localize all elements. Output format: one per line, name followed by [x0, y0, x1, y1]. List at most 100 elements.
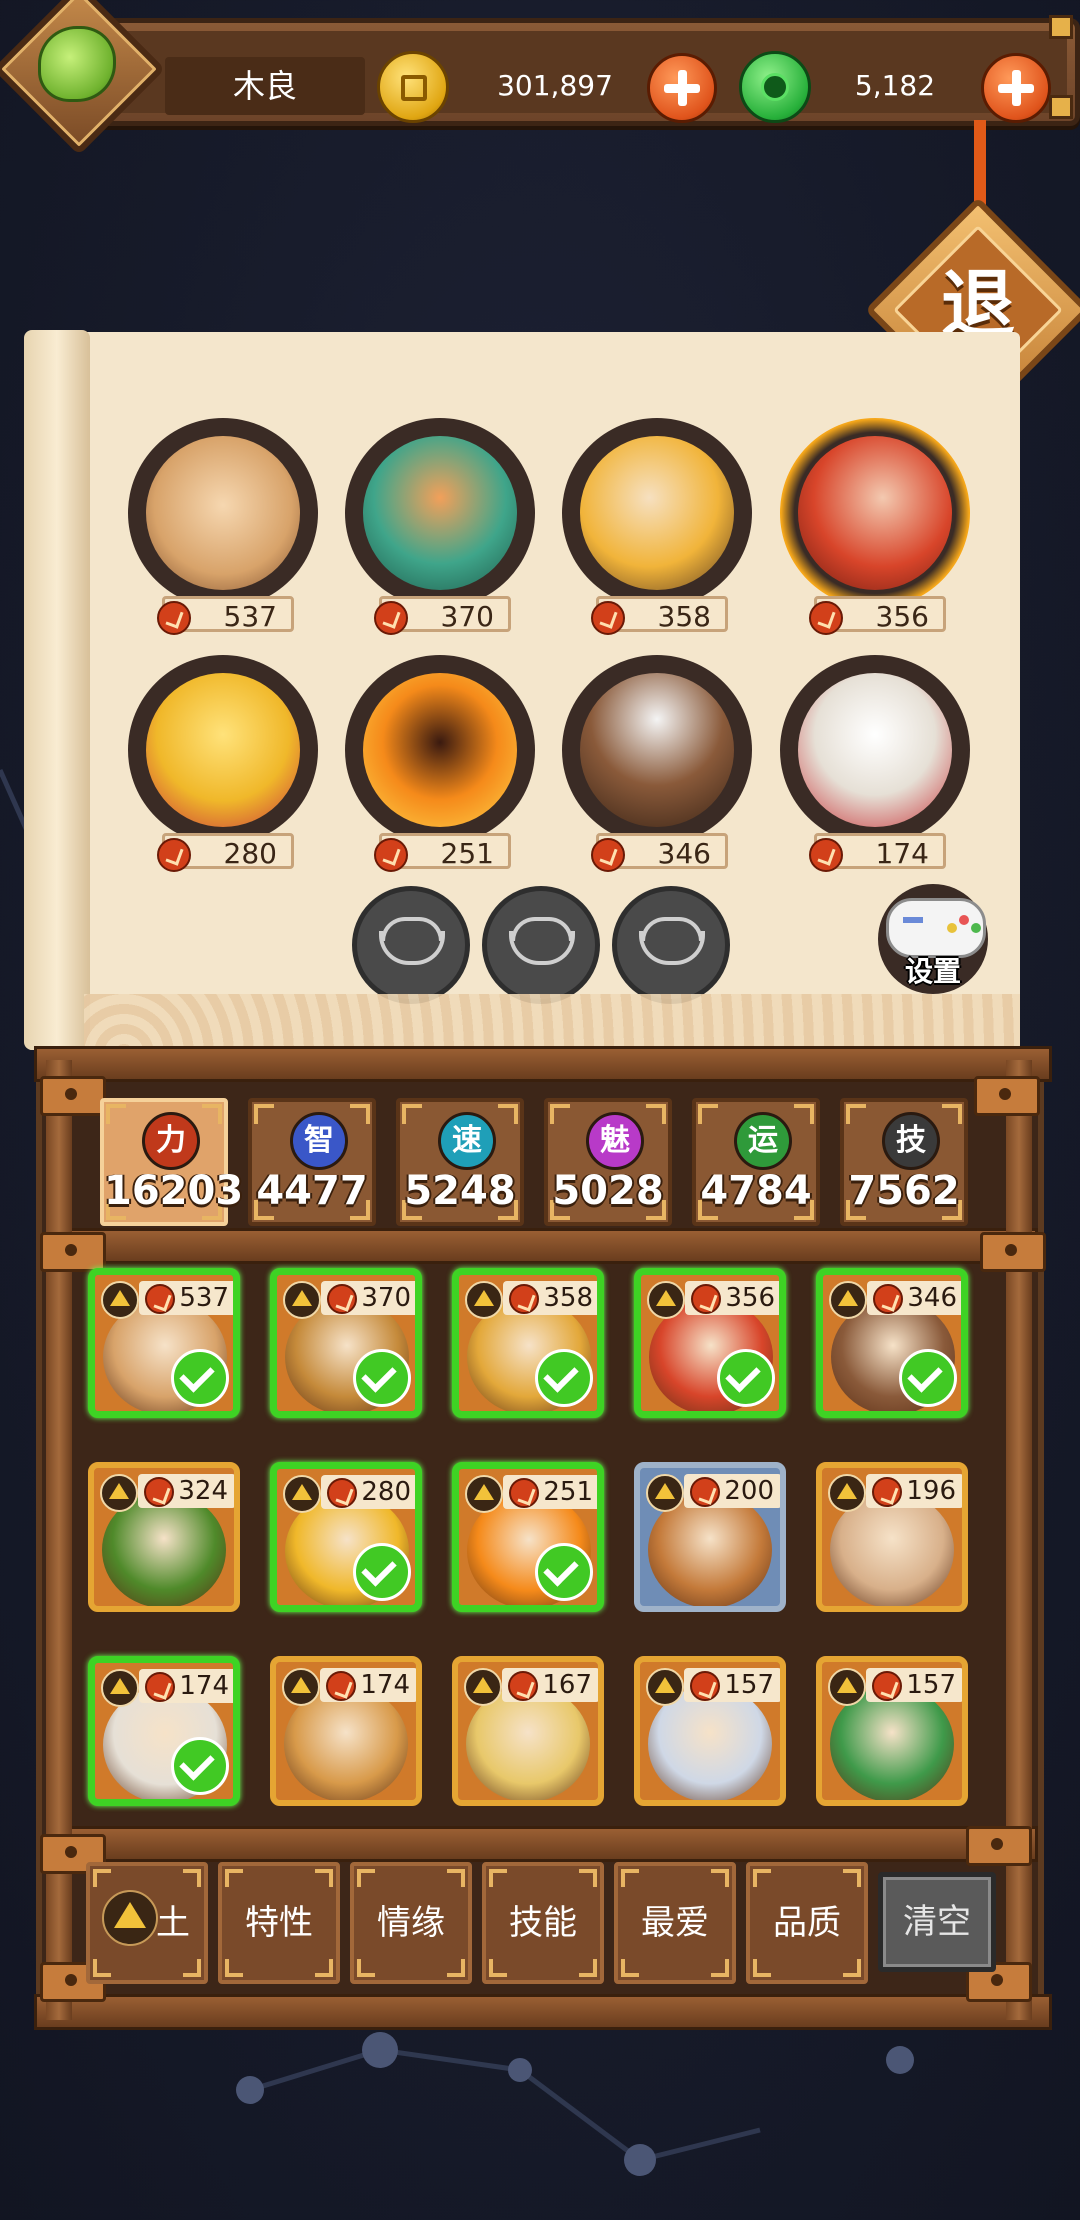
lineup-slot[interactable]: 358	[558, 418, 758, 638]
earth-element-icon	[646, 1668, 684, 1706]
earth-element-icon	[102, 1890, 158, 1946]
lineup-slot[interactable]: 370	[341, 418, 541, 638]
hero-card[interactable]: 324	[88, 1462, 240, 1612]
power-icon	[873, 1284, 903, 1314]
filter-label: 最爱	[641, 1903, 709, 1943]
hero-card-power-value: 157	[724, 1670, 774, 1700]
attr-tab-charm[interactable]: 魅 5028	[544, 1098, 672, 1226]
shelf-base	[34, 1994, 1052, 2030]
hero-card-power-value: 280	[361, 1477, 411, 1507]
power-icon	[157, 601, 191, 635]
attr-tab-luck[interactable]: 运 4784	[692, 1098, 820, 1226]
clear-button[interactable]: 清空	[878, 1872, 996, 1972]
attr-tab-intellect[interactable]: 智 4477	[248, 1098, 376, 1226]
lineup-slot[interactable]: 174	[776, 655, 976, 875]
lineup-slot[interactable]: 280	[124, 655, 324, 875]
hero-card[interactable]: 356	[634, 1268, 786, 1418]
lineup-slot[interactable]: 356	[776, 418, 976, 638]
gold-amount: 301,897	[497, 69, 613, 102]
filter-element-earth[interactable]: 土	[86, 1862, 208, 1984]
power-icon	[690, 1671, 720, 1701]
player-avatar[interactable]	[38, 26, 116, 102]
empty-slot-bowl-icon[interactable]	[482, 886, 600, 1004]
filter-bond[interactable]: 情缘	[350, 1862, 472, 1984]
speed-icon: 速	[438, 1112, 496, 1170]
filter-favorite[interactable]: 最爱	[614, 1862, 736, 1984]
add-jade-button[interactable]	[981, 53, 1051, 123]
filter-trait[interactable]: 特性	[218, 1862, 340, 1984]
hero-card-power-value: 157	[906, 1670, 956, 1700]
lineup-slot[interactable]: 251	[341, 655, 541, 875]
hero-card[interactable]: 358	[452, 1268, 604, 1418]
settings-label: 设置	[904, 955, 961, 988]
gamepad-icon	[886, 898, 986, 958]
power-icon	[145, 1284, 175, 1314]
selected-check-icon	[535, 1349, 593, 1407]
power-icon	[591, 838, 625, 872]
attr-value: 7562	[848, 1168, 960, 1214]
shelf-bracket	[974, 1076, 1040, 1116]
hero-card[interactable]: 537	[88, 1268, 240, 1418]
empty-slot-bowl-icon[interactable]	[352, 886, 470, 1004]
hero-card[interactable]: 167	[452, 1656, 604, 1806]
filter-skill[interactable]: 技能	[482, 1862, 604, 1984]
settings-button[interactable]: 设置	[878, 884, 988, 994]
hero-card[interactable]: 280	[270, 1462, 422, 1612]
hero-card-power-value: 356	[725, 1283, 775, 1313]
jade-icon	[739, 51, 811, 123]
attr-tab-skill[interactable]: 技 7562	[840, 1098, 968, 1226]
lineup-slot[interactable]: 537	[124, 418, 324, 638]
hero-card-power: 157	[684, 1668, 780, 1702]
hero-card[interactable]: 346	[816, 1268, 968, 1418]
scroll-rod	[24, 330, 90, 1050]
hero-card-power: 346	[867, 1281, 961, 1315]
hero-card[interactable]: 157	[816, 1656, 968, 1806]
intellect-icon: 智	[290, 1112, 348, 1170]
hero-card[interactable]: 370	[270, 1268, 422, 1418]
hero-power-value: 251	[440, 837, 494, 870]
power-icon	[691, 1284, 721, 1314]
earth-element-icon	[101, 1669, 139, 1707]
hero-card[interactable]: 196	[816, 1462, 968, 1612]
hero-card[interactable]: 174	[270, 1656, 422, 1806]
attr-tab-speed[interactable]: 速 5248	[396, 1098, 524, 1226]
hero-power-tag: 174	[809, 833, 946, 872]
hero-power-value: 346	[657, 837, 711, 870]
hero-card-power-value: 324	[178, 1476, 228, 1506]
shelf-top	[34, 1046, 1052, 1082]
hero-card[interactable]: 157	[634, 1656, 786, 1806]
selected-check-icon	[353, 1543, 411, 1601]
hero-card-power: 251	[503, 1475, 597, 1509]
shelf-bracket	[40, 1076, 106, 1116]
hero-card-power: 167	[502, 1668, 598, 1702]
power-icon	[144, 1477, 174, 1507]
power-icon	[327, 1284, 357, 1314]
earth-element-icon	[101, 1281, 139, 1319]
shelf-bottom	[48, 1826, 1038, 1862]
skill-icon: 技	[882, 1112, 940, 1170]
jade-amount: 5,182	[854, 69, 936, 102]
filter-label: 情缘	[377, 1903, 445, 1943]
lineup-slot[interactable]: 346	[558, 655, 758, 875]
hero-card[interactable]: 174	[88, 1656, 240, 1806]
corner-ornament	[1049, 15, 1073, 39]
hero-card-power: 358	[503, 1281, 597, 1315]
hero-card-power-value: 370	[361, 1283, 411, 1313]
hero-power-tag: 370	[374, 596, 511, 635]
hero-power-value: 174	[875, 837, 929, 870]
add-gold-button[interactable]	[647, 53, 717, 123]
hero-card-power-value: 537	[179, 1283, 229, 1313]
filter-quality[interactable]: 品质	[746, 1862, 868, 1984]
selected-check-icon	[535, 1543, 593, 1601]
hero-card-power: 200	[684, 1474, 780, 1508]
hero-card[interactable]: 251	[452, 1462, 604, 1612]
corner-ornament	[1049, 95, 1073, 119]
selected-check-icon	[899, 1349, 957, 1407]
attr-value: 4784	[700, 1168, 812, 1214]
attr-tab-strength[interactable]: 力 16203	[100, 1098, 243, 1226]
hero-card[interactable]: 200	[634, 1462, 786, 1612]
empty-slot-bowl-icon[interactable]	[612, 886, 730, 1004]
resource-bar: 木良 301,897 5,182	[60, 15, 1080, 126]
hero-card-power-value: 200	[724, 1476, 774, 1506]
hero-card-power: 324	[138, 1474, 234, 1508]
